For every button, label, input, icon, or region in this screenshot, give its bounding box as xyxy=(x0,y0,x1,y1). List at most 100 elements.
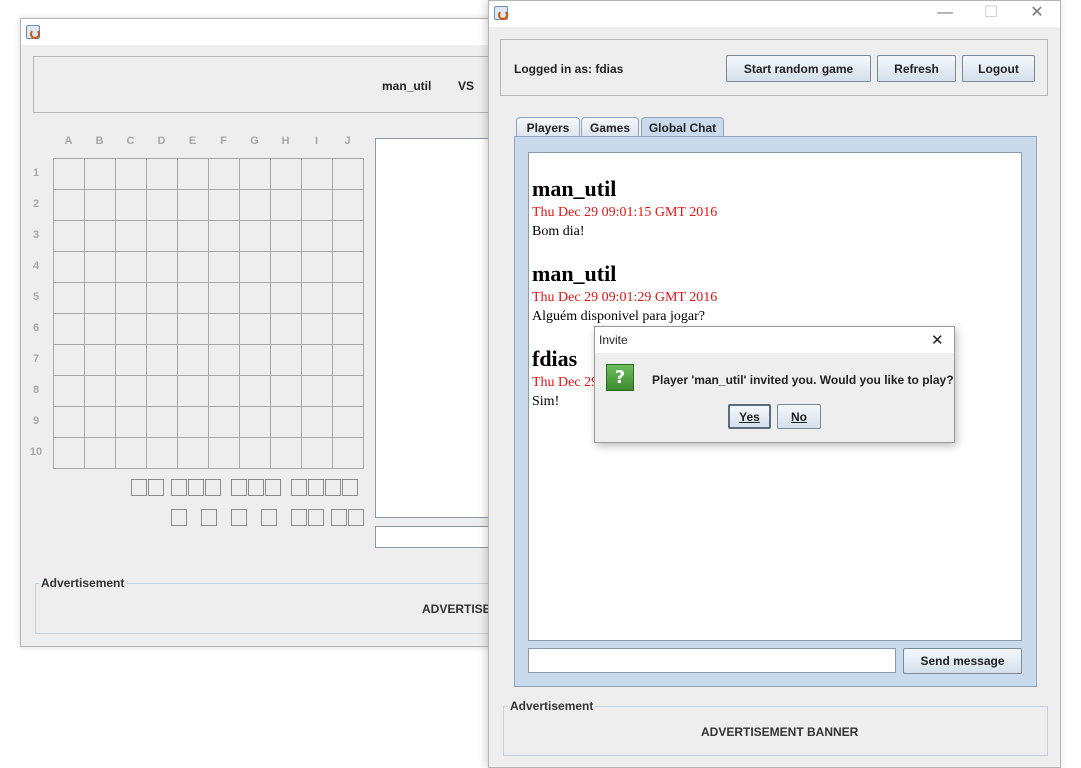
board-cell[interactable] xyxy=(147,314,178,345)
board-cell[interactable] xyxy=(54,314,85,345)
board-cell[interactable] xyxy=(333,314,364,345)
board-cell[interactable] xyxy=(209,190,240,221)
board-cell[interactable] xyxy=(271,345,302,376)
board-cell[interactable] xyxy=(147,407,178,438)
board-cell[interactable] xyxy=(333,407,364,438)
board-cell[interactable] xyxy=(302,376,333,407)
board-cell[interactable] xyxy=(271,190,302,221)
board-cell[interactable] xyxy=(302,407,333,438)
board-cell[interactable] xyxy=(147,438,178,469)
board-cell[interactable] xyxy=(178,407,209,438)
board-cell[interactable] xyxy=(54,407,85,438)
board-cell[interactable] xyxy=(271,376,302,407)
board-cell[interactable] xyxy=(147,252,178,283)
board-cell[interactable] xyxy=(240,407,271,438)
board-cell[interactable] xyxy=(178,376,209,407)
board-cell[interactable] xyxy=(54,438,85,469)
board-cell[interactable] xyxy=(302,221,333,252)
no-button[interactable]: No xyxy=(777,404,821,429)
board-cell[interactable] xyxy=(147,221,178,252)
game-window-titlebar[interactable] xyxy=(21,19,499,45)
board-cell[interactable] xyxy=(85,345,116,376)
board-cell[interactable] xyxy=(302,252,333,283)
board-cell[interactable] xyxy=(116,376,147,407)
board-cell[interactable] xyxy=(333,190,364,221)
ship-box[interactable] xyxy=(231,479,247,496)
board-cell[interactable] xyxy=(209,283,240,314)
board-cell[interactable] xyxy=(147,190,178,221)
send-message-button[interactable]: Send message xyxy=(903,648,1022,674)
board-cell[interactable] xyxy=(209,314,240,345)
board-cell[interactable] xyxy=(240,283,271,314)
board-cell[interactable] xyxy=(147,345,178,376)
ship-box[interactable] xyxy=(171,479,187,496)
ship-box[interactable] xyxy=(261,509,277,526)
game-log-area[interactable] xyxy=(375,138,505,518)
board-cell[interactable] xyxy=(302,283,333,314)
board-cell[interactable] xyxy=(116,159,147,190)
board-cell[interactable] xyxy=(85,407,116,438)
ship-box[interactable] xyxy=(342,479,358,496)
board-cell[interactable] xyxy=(240,252,271,283)
board-cell[interactable] xyxy=(85,190,116,221)
game-board-grid[interactable] xyxy=(53,158,364,469)
board-cell[interactable] xyxy=(85,221,116,252)
ship-box[interactable] xyxy=(331,509,347,526)
board-cell[interactable] xyxy=(54,221,85,252)
board-cell[interactable] xyxy=(209,345,240,376)
board-cell[interactable] xyxy=(240,314,271,345)
invite-dialog-titlebar[interactable]: Invite ✕ xyxy=(595,327,954,353)
board-cell[interactable] xyxy=(116,283,147,314)
board-cell[interactable] xyxy=(333,283,364,314)
logout-button[interactable]: Logout xyxy=(962,55,1035,82)
board-cell[interactable] xyxy=(271,438,302,469)
board-cell[interactable] xyxy=(209,221,240,252)
board-cell[interactable] xyxy=(85,376,116,407)
board-cell[interactable] xyxy=(54,283,85,314)
board-cell[interactable] xyxy=(240,159,271,190)
board-cell[interactable] xyxy=(54,159,85,190)
yes-button[interactable]: Yes xyxy=(728,404,771,429)
board-cell[interactable] xyxy=(333,345,364,376)
board-cell[interactable] xyxy=(116,407,147,438)
board-cell[interactable] xyxy=(116,314,147,345)
ship-box[interactable] xyxy=(291,479,307,496)
board-cell[interactable] xyxy=(240,376,271,407)
ship-box[interactable] xyxy=(148,479,164,496)
ship-box[interactable] xyxy=(201,509,217,526)
board-cell[interactable] xyxy=(54,190,85,221)
board-cell[interactable] xyxy=(302,438,333,469)
board-cell[interactable] xyxy=(333,159,364,190)
board-cell[interactable] xyxy=(240,438,271,469)
board-cell[interactable] xyxy=(116,221,147,252)
board-cell[interactable] xyxy=(333,252,364,283)
board-cell[interactable] xyxy=(302,314,333,345)
board-cell[interactable] xyxy=(209,376,240,407)
ship-box[interactable] xyxy=(308,509,324,526)
board-cell[interactable] xyxy=(178,314,209,345)
board-cell[interactable] xyxy=(116,252,147,283)
board-cell[interactable] xyxy=(209,252,240,283)
board-cell[interactable] xyxy=(240,221,271,252)
board-cell[interactable] xyxy=(178,159,209,190)
board-cell[interactable] xyxy=(54,376,85,407)
board-cell[interactable] xyxy=(271,221,302,252)
ship-box[interactable] xyxy=(325,479,341,496)
close-icon[interactable]: ✕ xyxy=(1027,5,1047,21)
board-cell[interactable] xyxy=(302,345,333,376)
board-cell[interactable] xyxy=(333,438,364,469)
game-input-field[interactable] xyxy=(375,526,505,548)
board-cell[interactable] xyxy=(271,159,302,190)
board-cell[interactable] xyxy=(85,283,116,314)
board-cell[interactable] xyxy=(54,252,85,283)
board-cell[interactable] xyxy=(302,190,333,221)
board-cell[interactable] xyxy=(85,314,116,345)
board-cell[interactable] xyxy=(85,159,116,190)
minimize-icon[interactable]: — xyxy=(935,5,955,21)
board-cell[interactable] xyxy=(209,159,240,190)
board-cell[interactable] xyxy=(333,221,364,252)
ship-box[interactable] xyxy=(188,479,204,496)
board-cell[interactable] xyxy=(209,438,240,469)
ship-box[interactable] xyxy=(171,509,187,526)
board-cell[interactable] xyxy=(178,283,209,314)
